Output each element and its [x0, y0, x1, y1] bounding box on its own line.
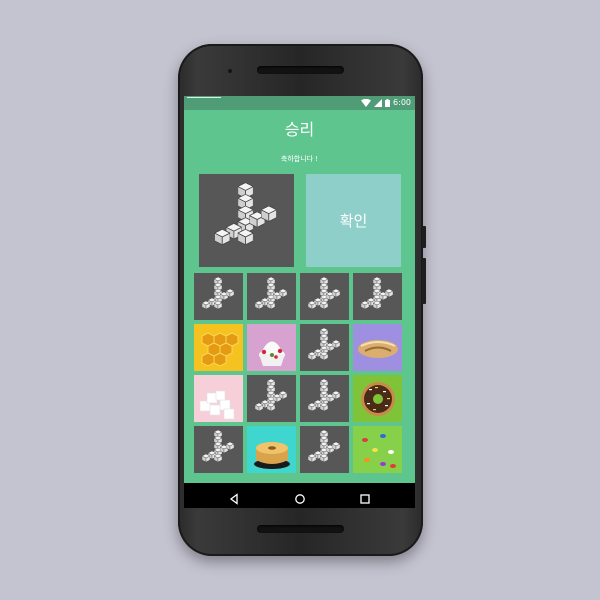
blocks-logo-icon [247, 273, 296, 320]
confirm-button[interactable]: 확인 [306, 174, 401, 267]
blocks-logo-icon [353, 273, 402, 320]
dialog-title: 승리 [284, 120, 315, 139]
hero-tile [199, 174, 294, 267]
card-chiffon-cake[interactable] [247, 426, 296, 473]
blocks-logo-icon [300, 375, 349, 422]
card-back[interactable] [300, 273, 349, 320]
bottom-speaker [257, 525, 344, 533]
card-grid [194, 273, 406, 473]
volume-button [422, 258, 426, 304]
card-back[interactable] [247, 375, 296, 422]
card-back[interactable] [300, 426, 349, 473]
card-pastry-roll[interactable] [353, 324, 402, 371]
card-back[interactable] [247, 273, 296, 320]
wifi-icon [361, 99, 372, 107]
clock: 6:00 [393, 98, 411, 107]
card-chocolate-donut[interactable] [353, 375, 402, 422]
card-back[interactable] [300, 324, 349, 371]
card-back[interactable] [194, 273, 243, 320]
home-icon[interactable] [294, 490, 306, 504]
dialog-subtitle: 축하합니다 ! [280, 155, 319, 163]
sugar-cubes-image [194, 375, 243, 422]
blocks-logo-icon [199, 174, 294, 267]
pastry-roll-image [353, 324, 402, 371]
card-sugar-cubes[interactable] [194, 375, 243, 422]
card-back[interactable] [194, 426, 243, 473]
honeycomb-image [194, 324, 243, 371]
status-icons: 6:00 [361, 98, 411, 108]
battery-icon [385, 99, 391, 107]
chiffon-cake-image [247, 426, 296, 473]
recents-icon[interactable] [359, 490, 371, 504]
jelly-beans-image [353, 426, 402, 473]
card-jelly-beans[interactable] [353, 426, 402, 473]
navigation-bar [184, 483, 415, 508]
card-back[interactable] [300, 375, 349, 422]
front-camera [228, 69, 232, 73]
frozen-yogurt-image [247, 324, 296, 371]
card-back[interactable] [353, 273, 402, 320]
chocolate-donut-image [353, 375, 402, 422]
card-honeycomb[interactable] [194, 324, 243, 371]
card-frozen-yogurt[interactable] [247, 324, 296, 371]
app-screen: 6:00 승리 축하합니다 ! 확인 [184, 96, 415, 508]
power-button [422, 226, 426, 248]
back-icon[interactable] [228, 490, 240, 505]
status-accent-line [187, 97, 221, 98]
blocks-logo-icon [194, 273, 243, 320]
status-bar: 6:00 [184, 96, 415, 110]
blocks-logo-icon [300, 426, 349, 473]
blocks-logo-icon [247, 375, 296, 422]
blocks-logo-icon [194, 426, 243, 473]
signal-icon [374, 99, 383, 107]
blocks-logo-icon [300, 324, 349, 371]
earpiece-speaker [257, 66, 344, 74]
blocks-logo-icon [300, 273, 349, 320]
